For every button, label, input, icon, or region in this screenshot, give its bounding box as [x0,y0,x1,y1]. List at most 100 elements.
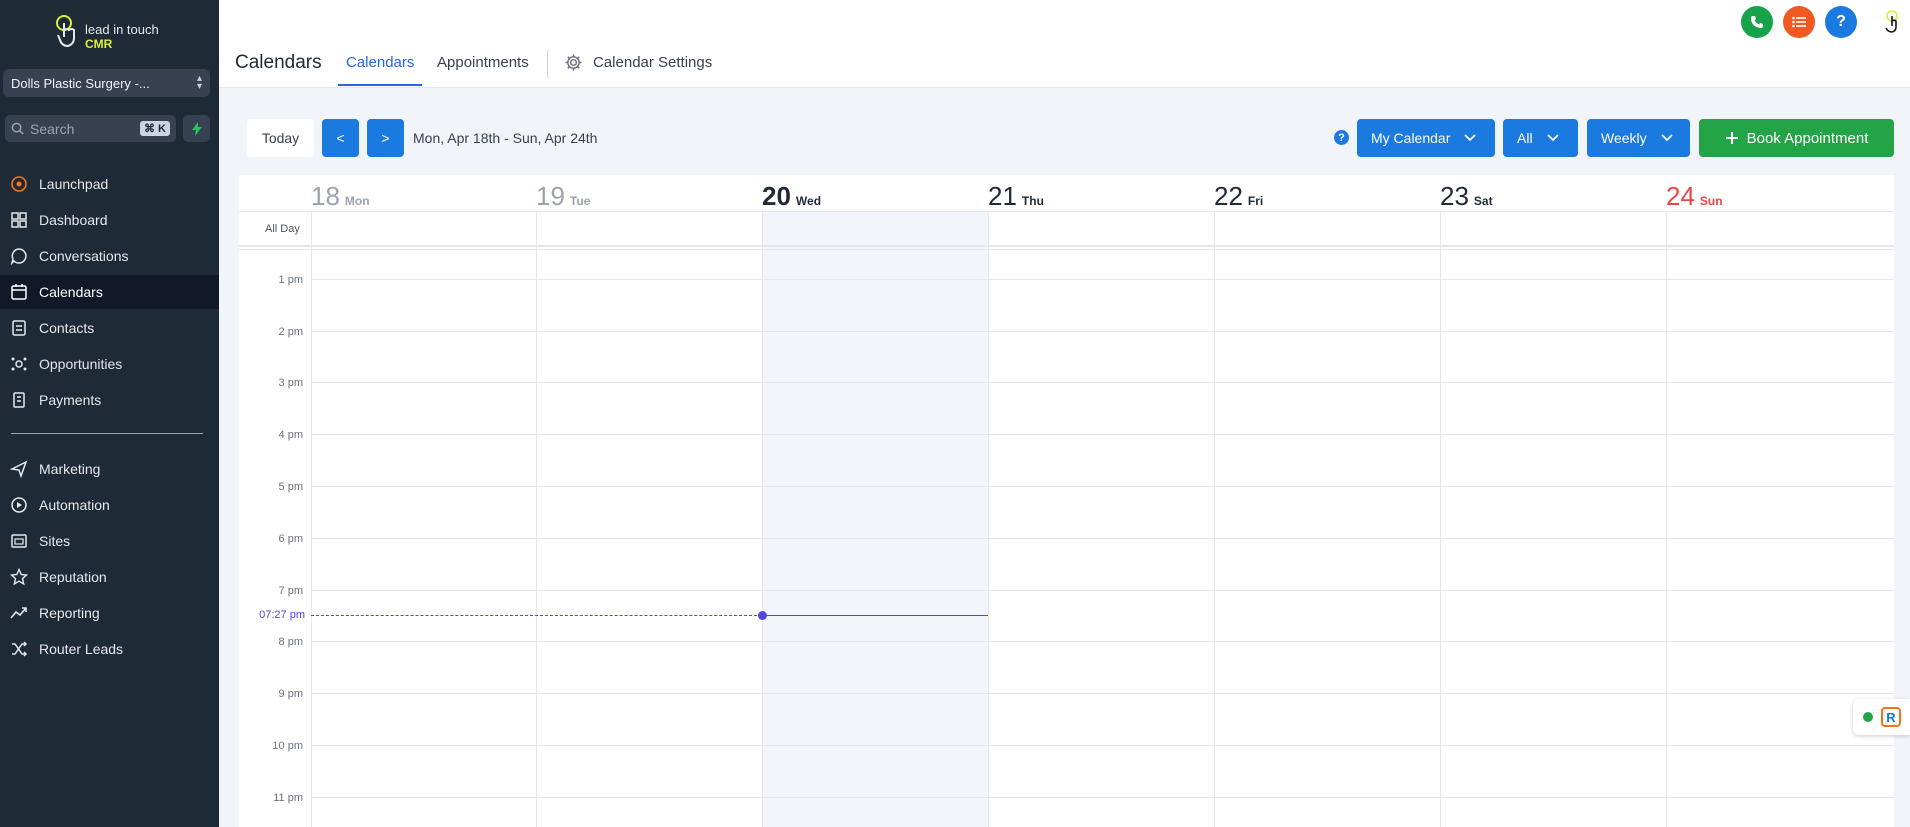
day-name: Wed [795,194,822,208]
sidebar-item-opportunities[interactable]: Opportunities [0,347,219,381]
gear-icon [565,54,582,71]
tab-calendars[interactable]: Calendars [346,54,414,71]
tab-divider [547,50,548,78]
quick-actions-button[interactable] [183,115,210,142]
today-column-highlight [762,211,988,827]
floating-widget[interactable]: R [1853,699,1910,735]
hour-line [311,641,1894,642]
sidebar-item-label: Sites [39,533,71,549]
lightning-icon [191,121,202,136]
help-button[interactable]: ? [1825,6,1857,38]
hour-label: 5 pm [278,481,303,493]
day-header-sat[interactable]: 23 Sat [1440,181,1493,212]
star-icon [10,568,28,586]
sidebar-item-marketing[interactable]: Marketing [0,452,219,486]
sidebar-item-label: Reporting [39,605,100,621]
user-avatar[interactable] [1879,8,1905,36]
hour-line [311,538,1894,539]
book-appointment-label: Book Appointment [1746,129,1869,147]
sidebar-item-conversations[interactable]: Conversations [0,239,219,273]
current-time-dot [758,611,767,620]
hour-line [311,486,1894,487]
sidebar-item-contacts[interactable]: Contacts [0,311,219,345]
hour-line [311,279,1894,280]
automation-icon [11,497,27,513]
sidebar-item-router-leads[interactable]: Router Leads [0,632,219,666]
current-time-line [762,615,988,616]
day-column-divider [1440,175,1441,827]
brand-line2: CMR [85,37,113,51]
location-switcher[interactable]: Dolls Plastic Surgery -... ▴ ▾ [3,69,210,97]
brand-logo[interactable]: lead in touch CMR [55,12,165,54]
day-column-divider [311,175,312,827]
sidebar-item-calendars[interactable]: Calendars [0,275,219,309]
top-header: Calendars Calendars Appointments Calenda… [219,0,1910,88]
day-name: Thu [1021,194,1044,208]
book-appointment-button[interactable]: Book Appointment [1699,119,1894,157]
day-header-tue[interactable]: 19 Tue [536,181,590,212]
hour-line [311,590,1894,591]
sidebar-item-label: Calendars [39,284,103,300]
sidebar-item-label: Marketing [39,461,101,477]
today-button[interactable]: Today [247,119,314,157]
search-icon [11,122,24,135]
hour-label: 11 pm [273,792,303,804]
help-icon: ? [1836,13,1846,30]
filter-select-dropdown[interactable]: All [1503,119,1578,157]
day-number: 23 [1440,181,1469,211]
phone-button[interactable] [1741,6,1773,38]
sidebar-item-dashboard[interactable]: Dashboard [0,203,219,237]
notifications-list-button[interactable] [1783,6,1815,38]
sidebar-item-label: Contacts [39,320,95,336]
calendar-select-dropdown[interactable]: My Calendar [1357,119,1495,157]
calendar-help-icon[interactable]: ? [1334,130,1349,145]
day-number: 21 [988,181,1017,211]
phone-icon [1751,16,1763,28]
app-logo-icon: R [1881,707,1901,727]
day-header-fri[interactable]: 22 Fri [1214,181,1263,212]
chevron-down-icon [1546,134,1559,142]
hour-label: 6 pm [278,533,303,545]
chat-icon [10,248,27,265]
sidebar-item-label: Conversations [39,248,129,264]
filter-select-value: All [1517,130,1533,146]
view-select-dropdown[interactable]: Weekly [1587,119,1690,157]
touch-hand-icon [56,15,75,48]
sidebar-item-automation[interactable]: Automation [0,488,219,522]
hour-label: 10 pm [272,740,303,752]
contacts-icon [12,320,26,336]
sidebar-divider [11,433,203,434]
all-day-divider [239,245,1894,247]
dashboard-icon [11,212,27,228]
sidebar-item-payments[interactable]: Payments [0,383,219,417]
day-header-thu[interactable]: 21 Thu [988,181,1044,212]
day-header-mon[interactable]: 18 Mon [311,181,370,212]
tab-calendar-settings-label: Calendar Settings [593,54,713,71]
hour-label: 2 pm [278,326,303,338]
day-header-sun[interactable]: 24 Sun [1666,181,1723,212]
hour-label: 9 pm [278,688,303,700]
hour-label: 7 pm [278,585,303,597]
hour-label: 4 pm [278,429,303,441]
hour-label: 1 pm [278,274,303,286]
sidebar-item-sites[interactable]: Sites [0,524,219,558]
date-range-label: Mon, Apr 18th - Sun, Apr 24th [413,130,598,146]
hour-line [311,331,1894,332]
next-week-button[interactable]: > [367,119,404,157]
tab-calendar-settings[interactable]: Calendar Settings [564,53,712,72]
search-box[interactable]: Search ⌘ K [5,115,176,142]
shuffle-icon [12,641,28,657]
sidebar-item-reporting[interactable]: Reporting [0,596,219,630]
day-name: Tue [569,194,591,208]
chevron-down-icon [1464,134,1477,142]
sidebar-item-launchpad[interactable]: Launchpad [0,167,219,201]
launchpad-icon [11,176,27,192]
day-number: 20 [762,181,791,211]
sidebar-item-label: Reputation [39,569,107,585]
day-header-wed[interactable]: 20 Wed [762,181,821,212]
tab-appointments[interactable]: Appointments [437,54,529,71]
sidebar-item-reputation[interactable]: Reputation [0,560,219,594]
sites-icon [11,534,27,548]
previous-week-button[interactable]: < [322,119,359,157]
day-number: 24 [1666,181,1695,211]
